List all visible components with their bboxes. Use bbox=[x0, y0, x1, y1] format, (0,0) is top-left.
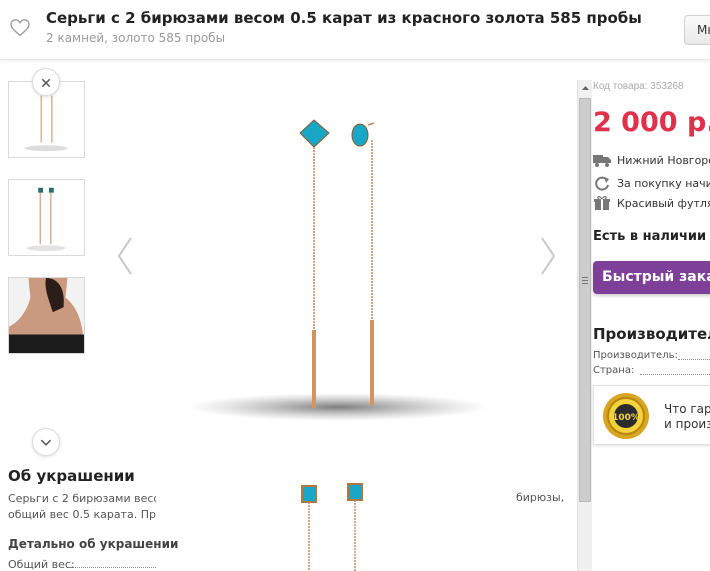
feature-gift-box-text: Красивый футляр bbox=[617, 197, 710, 210]
feature-delivery: Нижний Новгород bbox=[593, 152, 710, 168]
weight-leader-dots bbox=[70, 567, 156, 568]
earrings-side-thumb-image bbox=[26, 187, 66, 252]
feature-bonus: За покупку начисл bbox=[593, 175, 710, 191]
detail-title: Детально об украшении bbox=[8, 537, 179, 551]
product-title: Серьги с 2 бирюзами весом 0.5 карат из к… bbox=[46, 9, 642, 27]
manufacturer-leader-dots bbox=[678, 359, 710, 360]
guarantee-text: Что гар и произв bbox=[664, 402, 710, 432]
availability-status: Есть в наличии bbox=[593, 229, 707, 244]
product-price: 2 000 р. bbox=[593, 107, 710, 138]
thumbs-down-button[interactable] bbox=[32, 428, 60, 456]
total-weight-label: Общий вес: bbox=[8, 558, 75, 571]
truck-icon bbox=[593, 155, 611, 167]
product-header: Серьги с 2 бирюзами весом 0.5 карат из к… bbox=[0, 0, 710, 60]
guarantee-banner[interactable]: 100% Что гар и произв bbox=[593, 385, 710, 445]
previous-image-arrow[interactable] bbox=[113, 234, 137, 278]
guarantee-line-2: и произв bbox=[664, 417, 710, 431]
country-label: Страна: bbox=[593, 365, 635, 376]
close-icon bbox=[41, 78, 51, 88]
thumbnail-earrings-side[interactable] bbox=[8, 179, 85, 256]
description-line-1: Серьги с 2 бирюзами весом bbox=[8, 492, 156, 505]
description-right-fragment: бирюзы, bbox=[516, 491, 565, 504]
feature-delivery-text: Нижний Новгород bbox=[617, 154, 710, 167]
more-button[interactable]: Мн bbox=[684, 15, 710, 45]
scroll-up-arrow-icon[interactable] bbox=[578, 80, 593, 96]
feature-bonus-text: За покупку начисл bbox=[617, 177, 710, 190]
gift-icon bbox=[594, 196, 610, 210]
guarantee-seal-icon: 100% bbox=[603, 393, 649, 439]
seal-percent-text: 100% bbox=[612, 413, 640, 423]
product-subtitle: 2 камней, золото 585 пробы bbox=[46, 31, 226, 45]
manufacturer-section-title: Производитель и bbox=[593, 325, 710, 343]
refresh-icon bbox=[595, 176, 609, 191]
main-product-image bbox=[188, 119, 488, 421]
chevron-down-icon bbox=[40, 439, 52, 446]
description-line-2: общий вес 0.5 карата. Произ bbox=[8, 508, 156, 521]
heart-icon[interactable] bbox=[10, 19, 30, 37]
product-code: Код товара: 353268 bbox=[593, 81, 684, 92]
model-thumb-image bbox=[9, 278, 84, 353]
scrollbar-grip-icon bbox=[582, 277, 588, 284]
quick-order-button[interactable]: Быстрый заказ bbox=[593, 261, 710, 294]
next-image-arrow[interactable] bbox=[536, 234, 560, 278]
about-description: Серьги с 2 бирюзами весом общий вес 0.5 … bbox=[8, 491, 156, 523]
thumbnail-model[interactable] bbox=[8, 277, 85, 354]
feature-gift-box: Красивый футляр bbox=[593, 195, 710, 211]
about-title: Об украшении bbox=[8, 467, 135, 485]
thumbs-up-button[interactable] bbox=[32, 68, 60, 96]
guarantee-line-1: Что гар bbox=[664, 402, 710, 416]
scrollbar-thumb[interactable] bbox=[579, 98, 591, 502]
vertical-scrollbar[interactable] bbox=[577, 80, 592, 571]
manufacturer-label: Производитель: bbox=[593, 350, 678, 361]
country-leader-dots bbox=[640, 374, 710, 375]
secondary-product-image bbox=[301, 483, 363, 571]
